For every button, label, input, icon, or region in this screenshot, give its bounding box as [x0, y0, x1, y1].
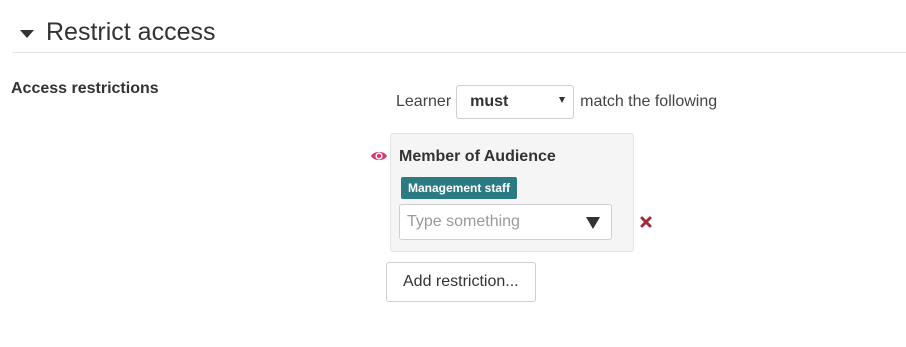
chevron-down-icon: [559, 97, 566, 103]
must-select-value: must: [470, 93, 509, 110]
page: Restrict access Access restrictions Lear…: [0, 0, 906, 347]
match-suffix-text: match the following: [580, 93, 718, 110]
add-restriction-button[interactable]: Add restriction...: [386, 262, 536, 302]
caret-down-icon[interactable]: [20, 30, 34, 38]
chevron-down-icon[interactable]: [586, 217, 600, 229]
condition-title: Member of Audience: [399, 148, 556, 165]
condition-box-audience: Member of Audience Management staff: [390, 133, 634, 252]
match-rule-line: Learner must match the following: [396, 84, 717, 120]
audience-search-input[interactable]: [407, 213, 577, 231]
section-title: Restrict access: [46, 18, 216, 46]
access-restrictions-label: Access restrictions: [11, 80, 159, 97]
eye-icon[interactable]: [370, 149, 388, 163]
delete-x-icon[interactable]: [640, 216, 652, 228]
must-select[interactable]: must: [456, 85, 575, 119]
section-header-restrict-access[interactable]: Restrict access: [12, 14, 906, 53]
audience-tag[interactable]: Management staff: [401, 177, 518, 199]
match-prefix-text: Learner: [396, 93, 452, 110]
audience-autocomplete[interactable]: [399, 204, 612, 240]
